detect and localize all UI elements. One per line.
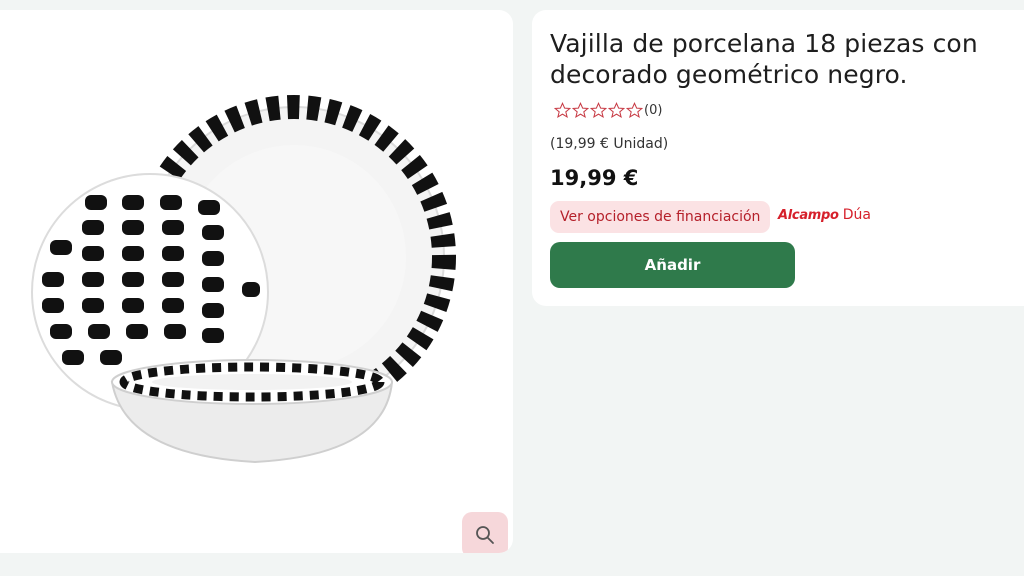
star-outline-icon: [554, 102, 571, 119]
alcampo-dua-logo: Alcampo Dúa: [778, 207, 871, 223]
add-to-cart-button[interactable]: Añadir: [550, 242, 795, 288]
star-outline-icon: [590, 102, 607, 119]
brand-sub: Dúa: [842, 207, 871, 223]
rating-count: (0): [644, 103, 663, 118]
product-image[interactable]: [0, 10, 513, 553]
bowl: [110, 359, 394, 464]
product-image-card: [0, 10, 513, 553]
star-outline-icon: [626, 102, 643, 119]
star-outline-icon: [572, 102, 589, 119]
magnifier-icon: [476, 526, 494, 544]
product-rating[interactable]: (0): [554, 102, 662, 119]
price: 19,99 €: [550, 166, 639, 190]
zoom-button[interactable]: [462, 512, 508, 553]
unit-price: (19,99 € Unidad): [550, 136, 669, 152]
star-outline-icon: [608, 102, 625, 119]
financing-options-button[interactable]: Ver opciones de financiación: [550, 201, 771, 233]
brand-name: Alcampo: [778, 207, 839, 223]
product-title: Vajilla de porcelana 18 piezas con decor…: [550, 29, 978, 89]
rating-stars: [554, 102, 643, 119]
product-info-card: Vajilla de porcelana 18 piezas con decor…: [532, 10, 1024, 306]
